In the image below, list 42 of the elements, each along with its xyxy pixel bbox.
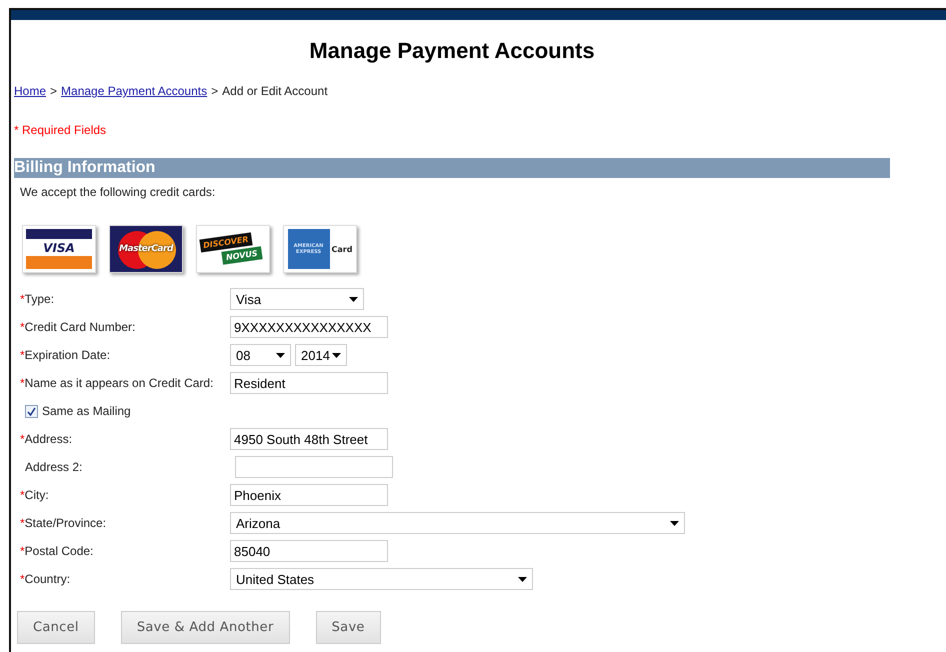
select-field[interactable]: 2014	[295, 344, 347, 366]
caret-icon	[349, 296, 358, 302]
form-button[interactable]: Save	[316, 611, 381, 644]
input-field[interactable]: 4950 South 48th Street	[230, 428, 388, 450]
field-label: *Type:	[20, 292, 56, 306]
breadcrumb-current: Add or Edit Account	[222, 84, 328, 98]
checkbox[interactable]	[25, 404, 38, 418]
page-title: Manage Payment Accounts	[308, 38, 596, 64]
form-button[interactable]: Cancel	[17, 611, 95, 644]
visa-card-logo: VISA	[22, 225, 96, 273]
field-label: *Country:	[20, 572, 72, 586]
breadcrumb-separator: >	[50, 84, 58, 98]
discover-card-logo: DISCOVER NOVUS	[196, 225, 270, 273]
breadcrumb-separator: >	[211, 84, 218, 98]
caret-icon	[332, 352, 341, 358]
input-field[interactable]: Resident	[230, 372, 388, 394]
form-button[interactable]: Save & Add Another	[120, 611, 290, 644]
caret-icon	[276, 352, 285, 358]
input-field[interactable]: 85040	[230, 540, 388, 562]
input-field[interactable]: 9XXXXXXXXXXXXXXX	[230, 316, 388, 338]
field-label: *Postal Code:	[20, 544, 94, 558]
field-label: *State/Province:	[20, 516, 108, 530]
field-label: *City:	[20, 488, 50, 502]
section-header: Billing Information	[14, 158, 890, 178]
caret-icon	[518, 576, 527, 582]
caret-icon	[670, 520, 679, 526]
select-field[interactable]: Arizona	[230, 512, 685, 534]
input-field[interactable]	[235, 456, 393, 478]
select-field[interactable]: 08	[230, 344, 291, 366]
select-field[interactable]: Visa	[230, 288, 364, 310]
field-label: *Name as it appears on Credit Card:	[20, 376, 214, 390]
field-label: Address 2:	[24, 460, 84, 474]
checkbox-label[interactable]: Same as Mailing	[20, 404, 131, 418]
breadcrumb-link[interactable]: Home	[14, 84, 46, 98]
breadcrumb-link[interactable]: Manage Payment Accounts	[61, 84, 208, 98]
intro-text: We accept the following credit cards:	[20, 185, 216, 199]
field-label: *Credit Card Number:	[20, 320, 136, 334]
required-note: * Required Fields	[14, 123, 108, 137]
select-field[interactable]: United States	[230, 568, 533, 590]
input-field[interactable]: Phoenix	[230, 484, 388, 506]
field-label: *Address:	[20, 432, 74, 446]
field-label: *Expiration Date:	[20, 348, 112, 362]
